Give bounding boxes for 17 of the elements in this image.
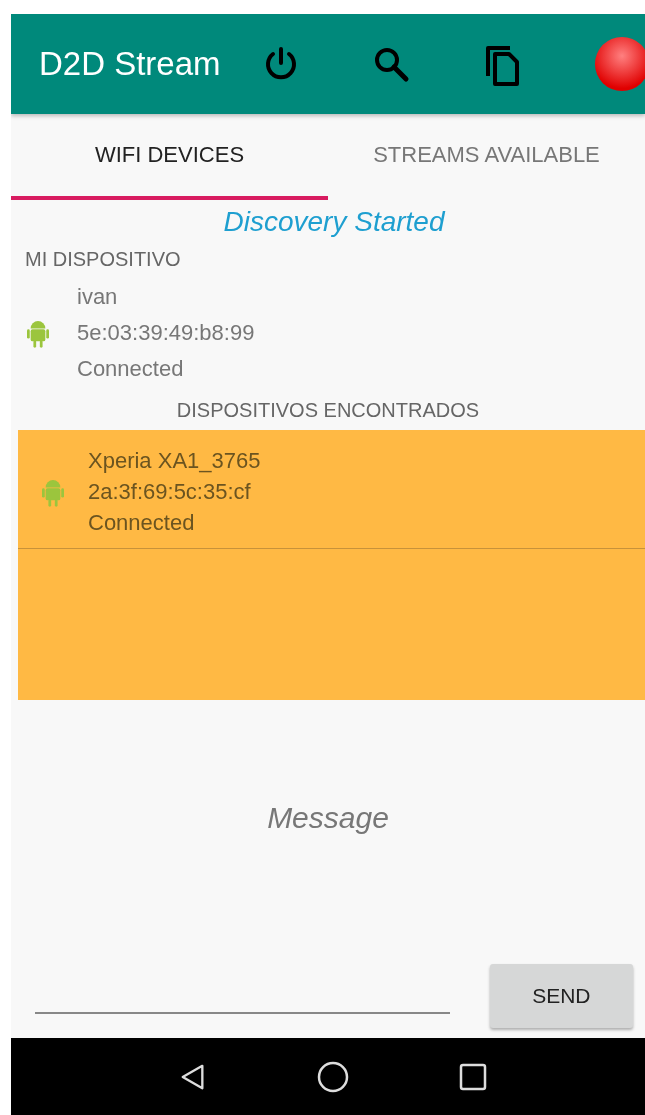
send-button[interactable]: SEND xyxy=(489,964,633,1028)
device-status: Connected xyxy=(88,509,196,537)
device-item[interactable]: Xperia XA1_3765 2a:3f:69:5c:35:cf Connected xyxy=(18,430,645,549)
home-icon[interactable] xyxy=(317,1060,349,1093)
device-address: 5e:03:39:49:b8:99 xyxy=(77,319,255,347)
device-name: Xperia XA1_3765 xyxy=(88,447,261,475)
tab[interactable]: STREAMS AVAILABLE xyxy=(328,114,645,200)
status-text: Discovery Started xyxy=(222,206,447,238)
section-heading: MI DISPOSITIVO xyxy=(24,248,182,271)
section-heading: DISPOSITIVOS ENCONTRADOS xyxy=(175,399,481,422)
message-text: Message xyxy=(267,801,389,835)
device-name: ivan xyxy=(77,283,119,311)
app-title: D2D Stream xyxy=(39,45,221,83)
tab[interactable]: WIFI DEVICES xyxy=(11,114,328,200)
overview-icon[interactable] xyxy=(459,1062,487,1091)
device-address: 2a:3f:69:5c:35:cf xyxy=(88,478,252,506)
device-status: Connected xyxy=(77,355,185,383)
